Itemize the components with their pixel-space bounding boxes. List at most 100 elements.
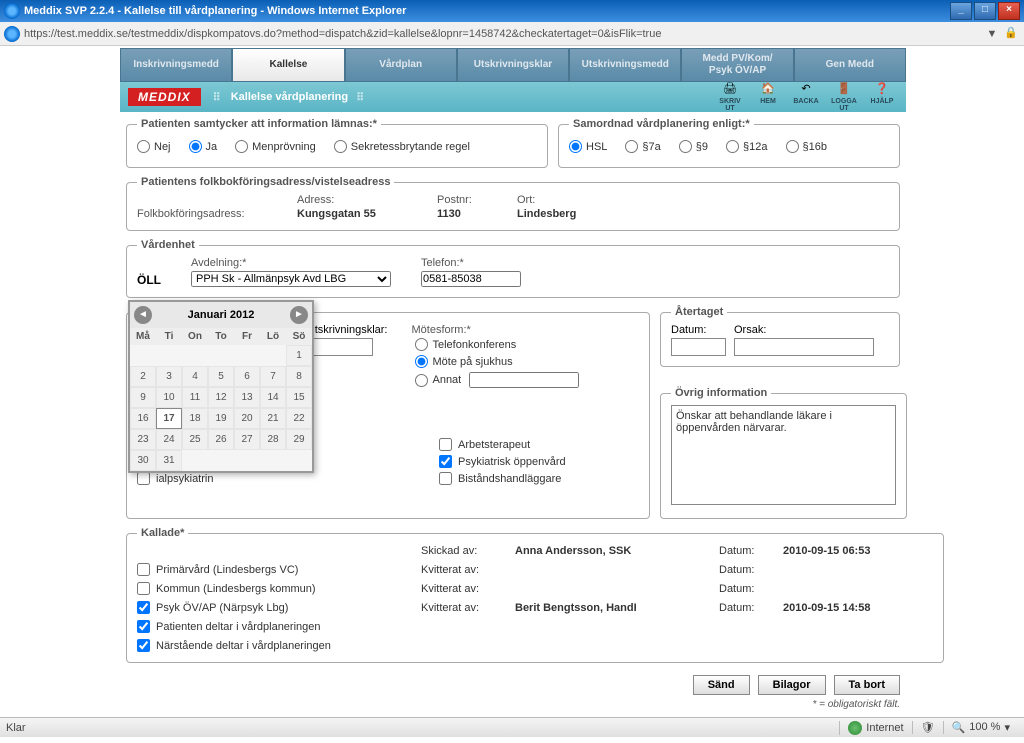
kvitt1-label: Kvitterat av: [421, 564, 511, 576]
sam-9-radio[interactable] [679, 140, 692, 153]
cal-day-9[interactable]: 9 [130, 387, 156, 408]
atertaget-orsak-label: Orsak: [734, 324, 874, 336]
url-field[interactable]: https://test.meddix.se/testmeddix/dispko… [24, 28, 980, 40]
cal-day-20[interactable]: 20 [234, 408, 260, 429]
datum1-value: 2010-09-15 06:53 [783, 545, 933, 557]
skickad-label: Skickad av: [421, 545, 511, 557]
tab-utskrivningsklar[interactable]: Utskrivningsklar [457, 48, 569, 82]
cal-day-1[interactable]: 1 [286, 345, 312, 366]
ovrig-textarea[interactable]: Önskar att behandlande läkare i öppenvår… [671, 405, 896, 505]
cal-day-15[interactable]: 15 [286, 387, 312, 408]
cal-day-13[interactable]: 13 [234, 387, 260, 408]
home-button[interactable]: 🏠HEM [752, 82, 784, 112]
logout-button[interactable]: 🚪LOGGA UT [828, 82, 860, 112]
cal-day-31[interactable]: 31 [156, 450, 182, 471]
cal-day-11[interactable]: 11 [182, 387, 208, 408]
addr-ort: Lindesberg [517, 208, 617, 220]
status-klar: Klar [6, 722, 26, 734]
cal-day-14[interactable]: 14 [260, 387, 286, 408]
url-dropdown-icon[interactable]: ▼ [984, 28, 1000, 40]
cal-day-17[interactable]: 17 [156, 408, 182, 429]
sam-16b-radio[interactable] [786, 140, 799, 153]
shield-icon: 🛡 [921, 721, 935, 734]
cal-day-7[interactable]: 7 [260, 366, 286, 387]
cal-day-28[interactable]: 28 [260, 429, 286, 450]
cal-day-19[interactable]: 19 [208, 408, 234, 429]
protected-mode-seg: 🛡 [912, 721, 943, 734]
print-button[interactable]: 🖨SKRIV UT [714, 82, 746, 112]
zoom-dropdown-icon[interactable]: ▾ [1004, 721, 1010, 734]
cal-day-25[interactable]: 25 [182, 429, 208, 450]
cal-day-26[interactable]: 26 [208, 429, 234, 450]
consent-men-radio[interactable] [235, 140, 248, 153]
cal-next-button[interactable]: ► [290, 306, 308, 324]
tab-vardplan[interactable]: Vårdplan [345, 48, 457, 82]
close-button[interactable]: × [998, 2, 1020, 20]
cal-day-3[interactable]: 3 [156, 366, 182, 387]
sam-12a-radio[interactable] [726, 140, 739, 153]
consent-sek-radio[interactable] [334, 140, 347, 153]
tabort-button[interactable]: Ta bort [834, 675, 900, 695]
tab-utskrivningsmedd[interactable]: Utskrivningsmedd [569, 48, 681, 82]
chk-primarvard[interactable] [137, 563, 150, 576]
cal-day-12[interactable]: 12 [208, 387, 234, 408]
tab-genmedd[interactable]: Gen Medd [794, 48, 906, 82]
sam-7a-radio[interactable] [625, 140, 638, 153]
cal-day-29[interactable]: 29 [286, 429, 312, 450]
cal-day-2[interactable]: 2 [130, 366, 156, 387]
ovrig-fieldset: Övrig information Önskar att behandlande… [660, 387, 907, 519]
ovrig-legend: Övrig information [671, 387, 771, 399]
cal-day-10[interactable]: 10 [156, 387, 182, 408]
consent-nej-radio[interactable] [137, 140, 150, 153]
atertaget-datum-input[interactable] [671, 338, 726, 356]
address-fieldset: Patientens folkbokföringsadress/vistelse… [126, 176, 900, 231]
cal-day-23[interactable]: 23 [130, 429, 156, 450]
motes-tele-radio[interactable] [415, 338, 428, 351]
telefon-input[interactable] [421, 271, 521, 287]
bilagor-button[interactable]: Bilagor [758, 675, 826, 695]
consent-ja-radio[interactable] [189, 140, 202, 153]
maximize-button[interactable]: □ [974, 2, 996, 20]
header-bar: MEDDIX ⠿ Kallelse vårdplanering ⠿ 🖨SKRIV… [120, 82, 906, 112]
motes-sjukhus-radio[interactable] [415, 355, 428, 368]
tab-kallelse[interactable]: Kallelse [232, 48, 344, 82]
chk-kommun[interactable] [137, 582, 150, 595]
cal-day-27[interactable]: 27 [234, 429, 260, 450]
chk-bistand[interactable] [439, 472, 452, 485]
back-button[interactable]: ↶BACKA [790, 82, 822, 112]
chk-narstaende-deltar[interactable] [137, 639, 150, 652]
minimize-button[interactable]: _ [950, 2, 972, 20]
cal-day-21[interactable]: 21 [260, 408, 286, 429]
cal-prev-button[interactable]: ◄ [134, 306, 152, 324]
cal-day-24[interactable]: 24 [156, 429, 182, 450]
motes-annat-radio[interactable] [415, 374, 428, 387]
home-icon: 🏠 [758, 82, 778, 98]
help-button[interactable]: ❓HJÄLP [866, 82, 898, 112]
chk-psykov[interactable] [137, 601, 150, 614]
sam-hsl-radio[interactable] [569, 140, 582, 153]
kvitt3-label: Kvitterat av: [421, 602, 511, 614]
vardenhet-fieldset: Vårdenhet ÖLL Avdelning:* PPH Sk - Allmä… [126, 239, 900, 298]
atertaget-legend: Återtaget [671, 306, 727, 318]
cal-day-22[interactable]: 22 [286, 408, 312, 429]
cal-day-18[interactable]: 18 [182, 408, 208, 429]
tab-meddpv[interactable]: Medd PV/Kom/ Psyk ÖV/AP [681, 48, 793, 82]
cal-day-header: To [208, 328, 234, 345]
cal-day-4[interactable]: 4 [182, 366, 208, 387]
motes-annat-input[interactable] [469, 372, 579, 388]
cal-day-5[interactable]: 5 [208, 366, 234, 387]
chk-psykoppen[interactable] [439, 455, 452, 468]
addr-header-ort: Ort: [517, 194, 617, 206]
tab-inskrivningsmedd[interactable]: Inskrivningsmedd [120, 48, 232, 82]
cal-day-30[interactable]: 30 [130, 450, 156, 471]
cal-day-8[interactable]: 8 [286, 366, 312, 387]
avdelning-select[interactable]: PPH Sk - Allmänpsyk Avd LBG [191, 271, 391, 287]
chk-socialpsyk[interactable] [137, 472, 150, 485]
sand-button[interactable]: Sänd [693, 675, 750, 695]
status-internet: Internet [866, 722, 903, 734]
cal-day-16[interactable]: 16 [130, 408, 156, 429]
atertaget-orsak-input[interactable] [734, 338, 874, 356]
cal-day-6[interactable]: 6 [234, 366, 260, 387]
chk-arbetsterapeut[interactable] [439, 438, 452, 451]
chk-patient-deltar[interactable] [137, 620, 150, 633]
